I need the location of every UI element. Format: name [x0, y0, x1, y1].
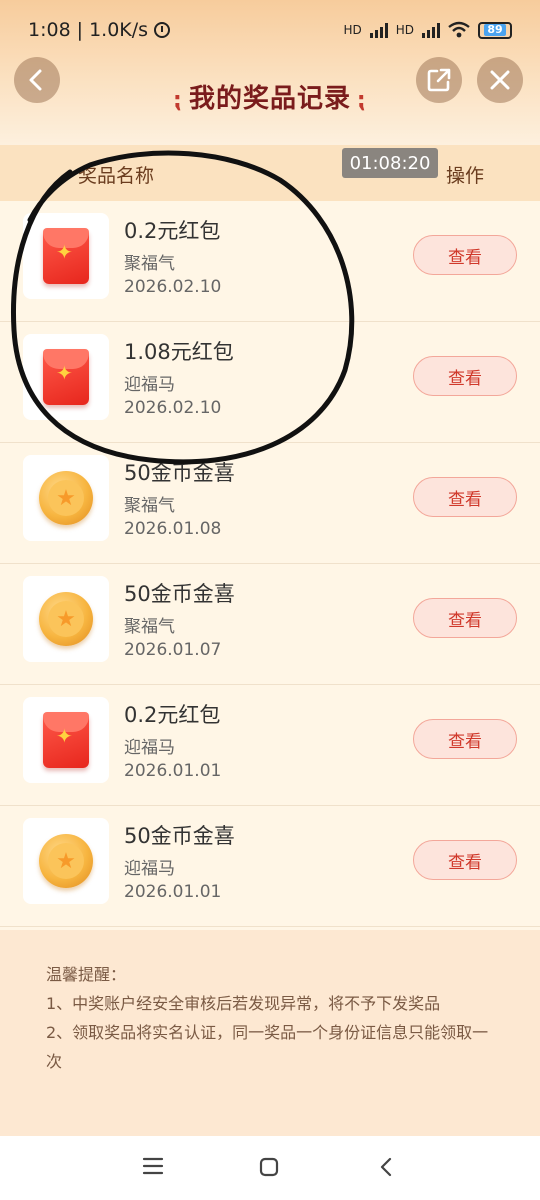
- back-nav-icon[interactable]: [377, 1156, 395, 1178]
- prize-name: 50金币金喜: [124, 582, 235, 606]
- prize-name: 50金币金喜: [124, 824, 235, 848]
- prize-thumbnail: ★: [23, 818, 109, 904]
- prize-thumbnail: [23, 334, 109, 420]
- prize-name: 0.2元红包: [124, 219, 221, 243]
- prize-source: 聚福气: [124, 496, 175, 516]
- home-icon[interactable]: [258, 1156, 280, 1178]
- view-button[interactable]: 查看: [413, 235, 517, 275]
- prize-thumbnail: ★: [23, 576, 109, 662]
- view-button[interactable]: 查看: [413, 840, 517, 880]
- page-title-text: 我的奖品记录: [188, 84, 351, 114]
- wifi-icon: [448, 21, 470, 38]
- prize-thumbnail: ★: [23, 455, 109, 541]
- prize-source: 迎福马: [124, 859, 175, 879]
- prize-date: 2026.01.08: [124, 519, 222, 539]
- prize-source: 迎福马: [124, 375, 175, 395]
- prize-date: 2026.02.10: [124, 398, 222, 418]
- tips-panel: 温馨提醒： 1、中奖账户经安全审核后若发现异常，将不予下发奖品 2、领取奖品将实…: [0, 930, 540, 1136]
- prize-date: 2026.02.10: [124, 277, 222, 297]
- prize-source: 聚福气: [124, 254, 175, 274]
- battery-level: 89: [484, 24, 506, 36]
- list-item: ★ 50金币金喜 聚福气 2026.01.08 查看: [0, 443, 540, 564]
- gold-coin-icon: ★: [39, 592, 93, 646]
- table-header: 奖品名称 操作: [0, 145, 540, 201]
- tips-line-2: 2、领取奖品将实名认证，同一奖品一个身份证信息只能领取一次: [46, 1023, 489, 1071]
- title-decoration-right-icon: ⁏: [357, 88, 367, 113]
- prize-date: 2026.01.07: [124, 640, 222, 660]
- page-title: ⁏ 我的奖品记录 ⁏: [0, 78, 540, 115]
- red-envelope-icon: [43, 712, 89, 768]
- prize-name: 0.2元红包: [124, 703, 221, 727]
- view-button[interactable]: 查看: [413, 477, 517, 517]
- alarm-icon: [154, 22, 171, 38]
- status-bar: 1:08 | 1.0K/s HD HD 89: [0, 0, 540, 60]
- list-item: 1.08元红包 迎福马 2026.02.10 查看: [0, 322, 540, 443]
- hd-label-2: HD: [395, 23, 414, 37]
- prize-date: 2026.01.01: [124, 761, 222, 781]
- prize-source: 聚福气: [124, 617, 175, 637]
- view-button[interactable]: 查看: [413, 598, 517, 638]
- tips-line-1: 1、中奖账户经安全审核后若发现异常，将不予下发奖品: [46, 994, 441, 1013]
- column-operation: 操作: [446, 165, 485, 187]
- prize-name: 1.08元红包: [124, 340, 234, 364]
- prize-thumbnail: [23, 697, 109, 783]
- prize-date: 2026.01.01: [124, 882, 222, 902]
- battery-icon: 89: [478, 21, 512, 39]
- list-item: 0.2元红包 聚福气 2026.02.10 查看: [0, 201, 540, 322]
- status-time: 1:08: [28, 19, 71, 41]
- title-decoration-left-icon: ⁏: [173, 88, 183, 113]
- column-prize-name: 奖品名称: [78, 165, 155, 187]
- hd-label-1: HD: [343, 23, 362, 37]
- system-nav-bar: [0, 1136, 540, 1200]
- list-item: ★ 50金币金喜 聚福气 2026.01.07 查看: [0, 564, 540, 685]
- gold-coin-icon: ★: [39, 834, 93, 888]
- menu-icon[interactable]: [142, 1156, 164, 1176]
- prize-source: 迎福马: [124, 738, 175, 758]
- gold-coin-icon: ★: [39, 471, 93, 525]
- view-button[interactable]: 查看: [413, 719, 517, 759]
- signal-icon-2: [422, 22, 440, 38]
- prize-thumbnail: [23, 213, 109, 299]
- timestamp-overlay: 01:08:20: [342, 148, 438, 178]
- view-button[interactable]: 查看: [413, 356, 517, 396]
- prize-name: 50金币金喜: [124, 461, 235, 485]
- red-envelope-icon: [43, 228, 89, 284]
- prize-list: 0.2元红包 聚福气 2026.02.10 查看 1.08元红包 迎福马 202…: [0, 201, 540, 927]
- signal-icon: [369, 22, 388, 38]
- list-item: 0.2元红包 迎福马 2026.01.01 查看: [0, 685, 540, 806]
- tips-heading: 温馨提醒：: [46, 965, 127, 984]
- network-speed: 1.0K/s: [89, 19, 149, 41]
- red-envelope-icon: [43, 349, 89, 405]
- list-item: ★ 50金币金喜 迎福马 2026.01.01 查看: [0, 806, 540, 927]
